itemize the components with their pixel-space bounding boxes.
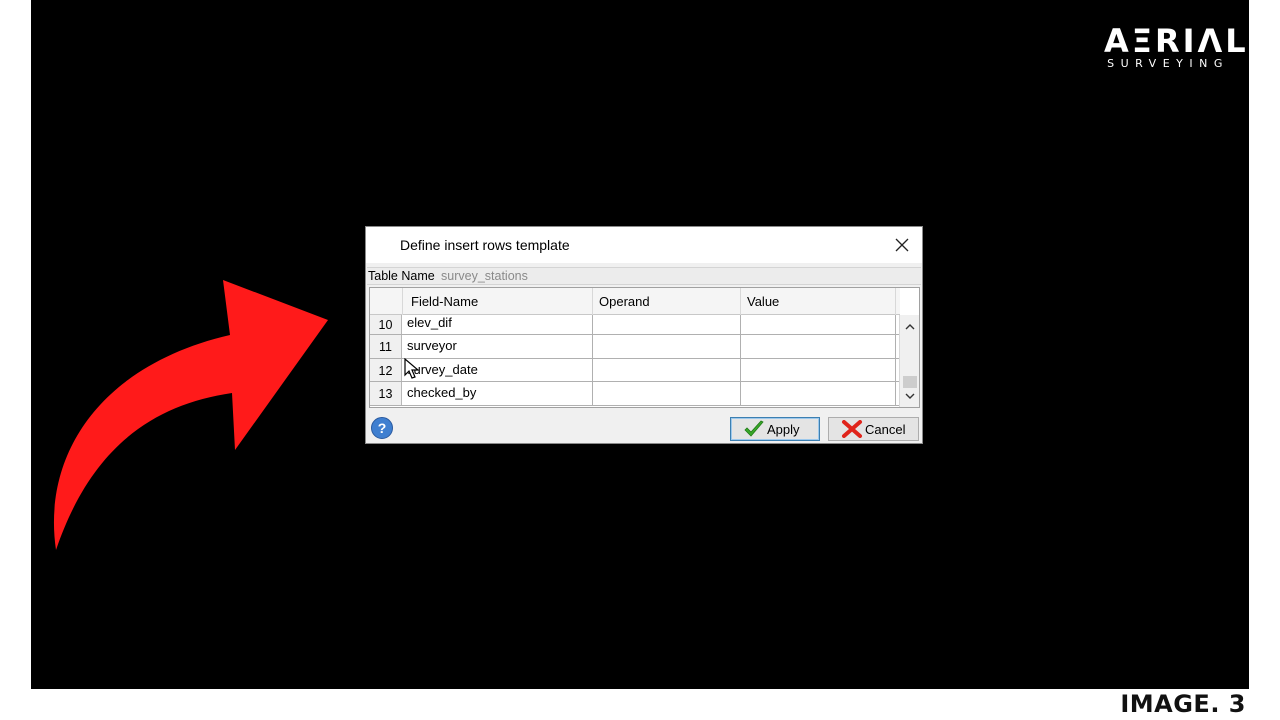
curved-arrow-icon (53, 280, 328, 550)
insert-rows-template-dialog: Define insert rows template Table Name s… (365, 226, 923, 444)
help-button[interactable]: ? (371, 417, 393, 439)
vertical-scrollbar[interactable] (899, 315, 919, 407)
close-icon (895, 238, 909, 252)
chevron-up-icon (905, 323, 915, 329)
row-number: 10 (370, 315, 402, 334)
operand-cell[interactable] (593, 382, 741, 405)
apply-button[interactable]: Apply (730, 417, 820, 441)
value-cell[interactable] (741, 358, 896, 381)
template-grid: Field-Name Operand Value 10 elev_dif 11 … (369, 287, 920, 408)
table-row[interactable]: 11 surveyor (370, 335, 900, 359)
apply-label: Apply (767, 421, 800, 437)
row-number-header (370, 288, 403, 315)
aerial-surveying-logo: AΞRIΛL SURVEYING (1104, 22, 1249, 70)
row-number: 12 (370, 358, 402, 381)
logo-word: AΞRIΛL (1104, 22, 1249, 60)
mouse-pointer-icon (404, 358, 420, 379)
check-icon (744, 420, 764, 437)
row-number: 13 (370, 382, 402, 405)
table-row[interactable]: 12 survey_date (370, 358, 900, 382)
field-name-cell[interactable]: checked_by (403, 382, 593, 405)
table-name-value: survey_stations (441, 269, 528, 283)
image-caption: IMAGE. 3 (1120, 690, 1246, 718)
column-header-value[interactable]: Value (741, 288, 896, 315)
column-header-operand[interactable]: Operand (593, 288, 741, 315)
table-name-label: Table Name (368, 269, 435, 283)
cancel-button[interactable]: Cancel (828, 417, 919, 441)
table-row[interactable]: 13 checked_by (370, 382, 900, 406)
operand-cell[interactable] (593, 315, 741, 334)
table-name-row: Table Name survey_stations (367, 267, 921, 285)
dialog-titlebar: Define insert rows template (366, 227, 922, 263)
scroll-down-button[interactable] (900, 387, 920, 405)
table-row[interactable]: 10 elev_dif (370, 315, 900, 335)
grid-header: Field-Name Operand Value (370, 288, 900, 315)
chevron-down-icon (905, 393, 915, 399)
operand-cell[interactable] (593, 358, 741, 381)
value-cell[interactable] (741, 335, 896, 358)
close-button[interactable] (888, 231, 916, 259)
row-number: 11 (370, 335, 402, 358)
dialog-title: Define insert rows template (400, 237, 570, 253)
field-name-cell[interactable]: survey_date (403, 358, 593, 381)
operand-cell[interactable] (593, 335, 741, 358)
value-cell[interactable] (741, 315, 896, 334)
field-name-cell[interactable]: surveyor (403, 335, 593, 358)
help-icon: ? (377, 420, 387, 436)
column-header-field-name[interactable]: Field-Name (403, 288, 593, 315)
value-cell[interactable] (741, 382, 896, 405)
cancel-label: Cancel (865, 421, 906, 437)
logo-subtitle: SURVEYING (1107, 57, 1229, 70)
scroll-up-button[interactable] (900, 317, 920, 335)
cross-icon (842, 420, 862, 438)
field-name-cell[interactable]: elev_dif (403, 315, 593, 334)
